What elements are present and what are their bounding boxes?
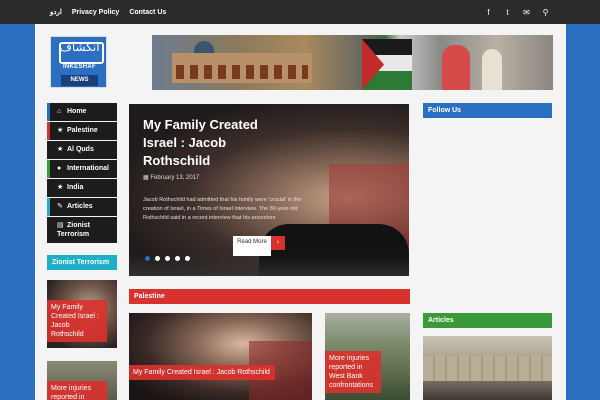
slider-dot[interactable] [175,256,180,261]
edit-icon: ✎ [57,203,63,210]
palestine-post-card[interactable]: More injuries reported in West Bank conf… [325,313,410,400]
sidebar-item-india[interactable]: ★ India [47,179,117,197]
nav-urdu-link[interactable]: اردو [50,8,62,16]
slider-dot[interactable] [185,256,190,261]
logo-mark: انکشاف [57,40,104,64]
zionist-terrorism-header[interactable]: Zionist Terrorism [47,255,117,270]
banner-dome-image [194,41,214,53]
zionist-post-card[interactable]: My Family Created Israel : Jacob Rothsch… [47,280,117,348]
post-image-wall [423,356,552,381]
slider-dot[interactable] [165,256,170,261]
slider-dot[interactable] [155,256,160,261]
featured-title[interactable]: My Family Created Israel : Jacob Rothsch… [143,116,293,170]
featured-slider[interactable]: My Family Created Israel : Jacob Rothsch… [129,104,409,276]
palestine-post-card[interactable]: My Family Created Israel : Jacob Rothsch… [129,313,312,400]
sidebar-item-label: Al Quds [67,146,94,153]
facebook-icon[interactable]: f [484,8,493,17]
logo-name: INKESHAF [62,64,97,70]
read-more-button[interactable]: Read More [233,236,271,256]
star-icon: ★ [57,184,64,191]
sidebar-item-al-quds[interactable]: ★ Al Quds [47,141,117,159]
banner-arches-image [176,65,308,79]
banner-child-image [442,45,470,90]
featured-date: ▦ February 13, 2017 [143,174,203,183]
articles-post-card[interactable] [423,336,552,400]
sidebar-item-label: Articles [67,203,93,210]
sidebar-item-label: Home [67,108,87,115]
header-banner [152,35,553,90]
featured-excerpt: Jacob Rothschild had admitted that his f… [143,197,302,221]
home-icon: ⌂ [57,108,62,115]
nav-privacy-policy-link[interactable]: Privacy Policy [72,9,119,16]
star-icon: ★ [57,127,64,134]
sidebar-item-home[interactable]: ⌂ Home [47,103,117,121]
sidebar-item-palestine[interactable]: ★ Palestine [47,122,117,140]
twitter-icon[interactable]: t [503,8,512,17]
site-logo[interactable]: انکشاف INKESHAF NEWS [50,36,107,88]
nav-contact-us-link[interactable]: Contact Us [129,9,166,16]
logo-news-tag: NEWS [61,75,98,86]
post-caption[interactable]: More injuries reported in [47,381,107,400]
post-caption[interactable]: My Family Created Israel : Jacob Rothsch… [47,300,107,342]
search-icon[interactable]: ⚲ [541,8,550,17]
articles-header[interactable]: Articles [423,313,552,328]
featured-date-text: February 13, 2017 [150,175,200,181]
document-icon: ▤ [57,222,64,229]
top-nav: اردو Privacy Policy Contact Us [50,0,176,24]
slider-dot[interactable] [145,256,150,261]
top-bar: اردو Privacy Policy Contact Us f t ✉ ⚲ [0,0,600,24]
sidebar-item-label: India [67,184,84,191]
palestine-header[interactable]: Palestine [129,289,410,304]
slider-dots [145,256,195,261]
sidebar-item-label: Palestine [67,127,98,134]
chevron-right-icon[interactable]: › [271,236,285,250]
globe-icon: ● [57,165,62,172]
sidebar-item-zionist-terrorism[interactable]: ▤ Zionist Terrorism [47,217,117,243]
star-icon: ★ [57,146,64,153]
social-icons: f t ✉ ⚲ [474,0,550,24]
sidebar-item-international[interactable]: ● International [47,160,117,178]
email-icon[interactable]: ✉ [522,8,531,17]
post-caption[interactable]: My Family Created Israel : Jacob Rothsch… [129,365,275,380]
follow-us-header: Follow Us [423,103,552,118]
zionist-post-card[interactable]: More injuries reported in [47,361,117,400]
sidebar-item-label: International [67,165,110,172]
banner-child-image [482,49,502,90]
sidebar-item-articles[interactable]: ✎ Articles [47,198,117,216]
post-caption[interactable]: More injuries reported in West Bank conf… [325,351,381,393]
sidebar-menu: ⌂ Home ★ Palestine ★ Al Quds ● International… [47,103,117,244]
